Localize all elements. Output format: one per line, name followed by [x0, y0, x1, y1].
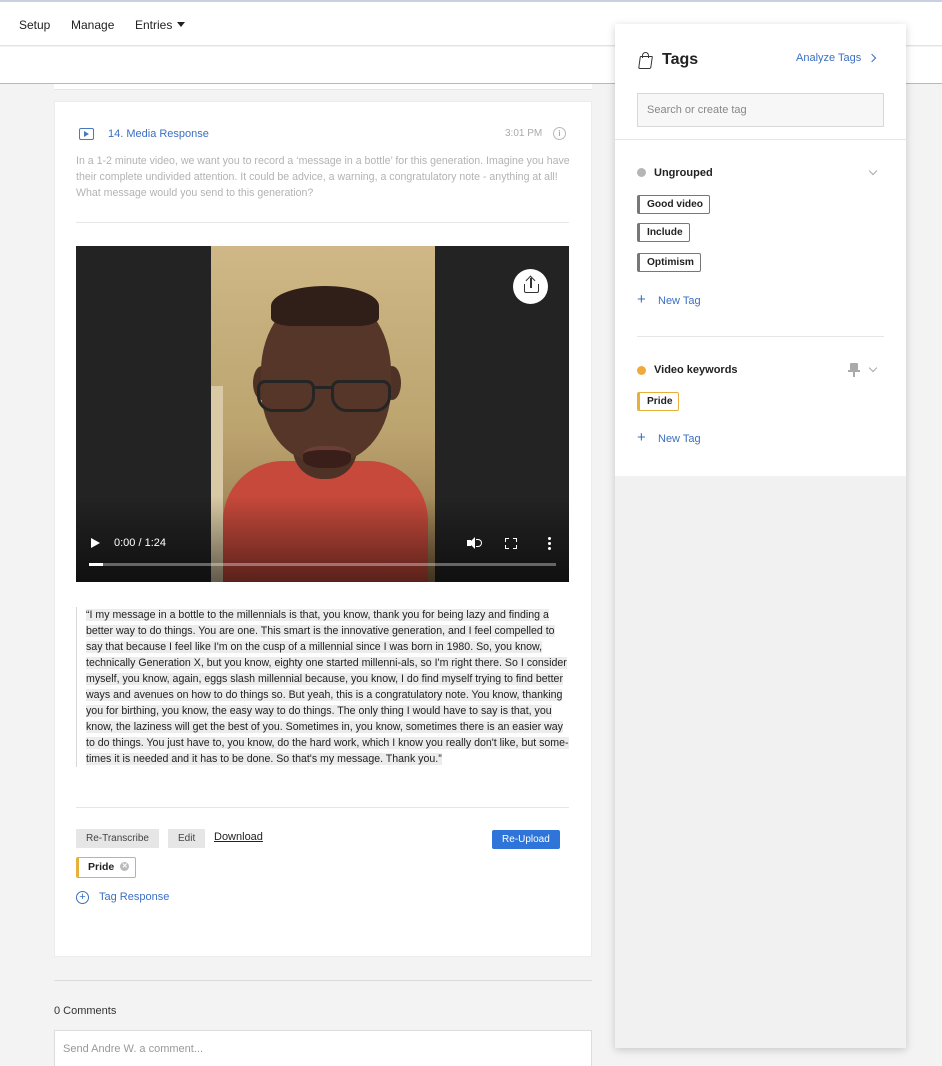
divider — [76, 807, 569, 808]
nav-setup[interactable]: Setup — [19, 18, 50, 32]
comments-count: 0 Comments — [54, 1005, 117, 1017]
response-tag-label: Pride — [88, 861, 115, 873]
previous-card-edge — [54, 84, 592, 90]
divider — [615, 139, 906, 140]
tag-chip-include[interactable]: Include — [637, 223, 690, 242]
group-color-dot — [637, 168, 646, 177]
divider — [54, 980, 592, 981]
pin-icon[interactable] — [848, 363, 860, 377]
new-tag-label: New Tag — [658, 295, 701, 307]
question-description: In a 1-2 minute video, we want you to re… — [76, 155, 570, 199]
info-icon[interactable]: i — [553, 127, 566, 140]
tag-chip-pride[interactable]: Pride — [637, 392, 680, 411]
response-card: 14. Media Response 3:01 PM i In a 1-2 mi… — [54, 101, 592, 957]
group-color-dot — [637, 366, 646, 375]
chevron-right-icon[interactable] — [867, 53, 877, 63]
question-title[interactable]: 14. Media Response — [108, 128, 209, 140]
reupload-button[interactable]: Re-Upload — [492, 830, 560, 849]
chevron-down-icon[interactable] — [868, 363, 878, 373]
divider — [637, 336, 884, 337]
media-video-icon — [79, 128, 94, 140]
comment-input[interactable]: Send Andre W. a comment... — [54, 1030, 592, 1066]
tag-search-input[interactable] — [637, 93, 884, 127]
retranscribe-button[interactable]: Re-Transcribe — [76, 829, 159, 848]
share-upload-button[interactable] — [513, 269, 548, 304]
more-options-icon[interactable] — [548, 537, 551, 550]
video-time: 0:00 / 1:24 — [114, 537, 166, 549]
tag-chip-good-video[interactable]: Good video — [637, 195, 711, 214]
play-icon[interactable] — [91, 538, 100, 548]
caret-down-icon — [177, 22, 186, 28]
fullscreen-icon[interactable] — [505, 538, 517, 549]
divider — [76, 222, 569, 223]
shopping-tag-icon — [638, 52, 654, 69]
nav-entries[interactable]: Entries — [135, 18, 186, 32]
video-player[interactable]: 0:00 / 1:24 — [76, 246, 569, 582]
chevron-down-icon[interactable] — [868, 166, 878, 176]
new-tag-label: New Tag — [658, 433, 701, 445]
response-tag-pride[interactable]: Pride ✕ — [76, 857, 137, 878]
tag-chip-optimism[interactable]: Optimism — [637, 253, 701, 272]
tags-title: Tags — [662, 51, 699, 68]
group-name-video-keywords[interactable]: Video keywords — [654, 364, 738, 376]
nav-manage[interactable]: Manage — [71, 18, 114, 32]
analyze-tags-link[interactable]: Analyze Tags — [796, 52, 861, 64]
transcript-block: “I my message in a bottle to the millenn… — [76, 607, 573, 767]
plus-icon: + — [637, 291, 646, 308]
plus-icon: + — [637, 429, 646, 446]
plus-circle-icon: + — [76, 891, 89, 904]
edit-button[interactable]: Edit — [168, 829, 206, 848]
tag-response-label: Tag Response — [99, 891, 170, 903]
volume-icon[interactable] — [467, 537, 482, 549]
group-name-ungrouped[interactable]: Ungrouped — [654, 167, 713, 179]
video-progress-fill — [89, 563, 103, 566]
response-time: 3:01 PM — [505, 128, 543, 139]
nav-entries-label: Entries — [135, 18, 173, 32]
video-progress-bar[interactable] — [89, 563, 556, 566]
transcript-text: “I my message in a bottle to the millenn… — [86, 609, 569, 765]
tags-panel-content: Tags Analyze Tags Ungrouped Good video I… — [615, 24, 906, 476]
download-link[interactable]: Download — [214, 831, 263, 843]
remove-tag-icon[interactable]: ✕ — [120, 861, 130, 871]
upload-arrow-icon — [525, 275, 536, 286]
tags-panel: Tags Analyze Tags Ungrouped Good video I… — [615, 24, 906, 1048]
